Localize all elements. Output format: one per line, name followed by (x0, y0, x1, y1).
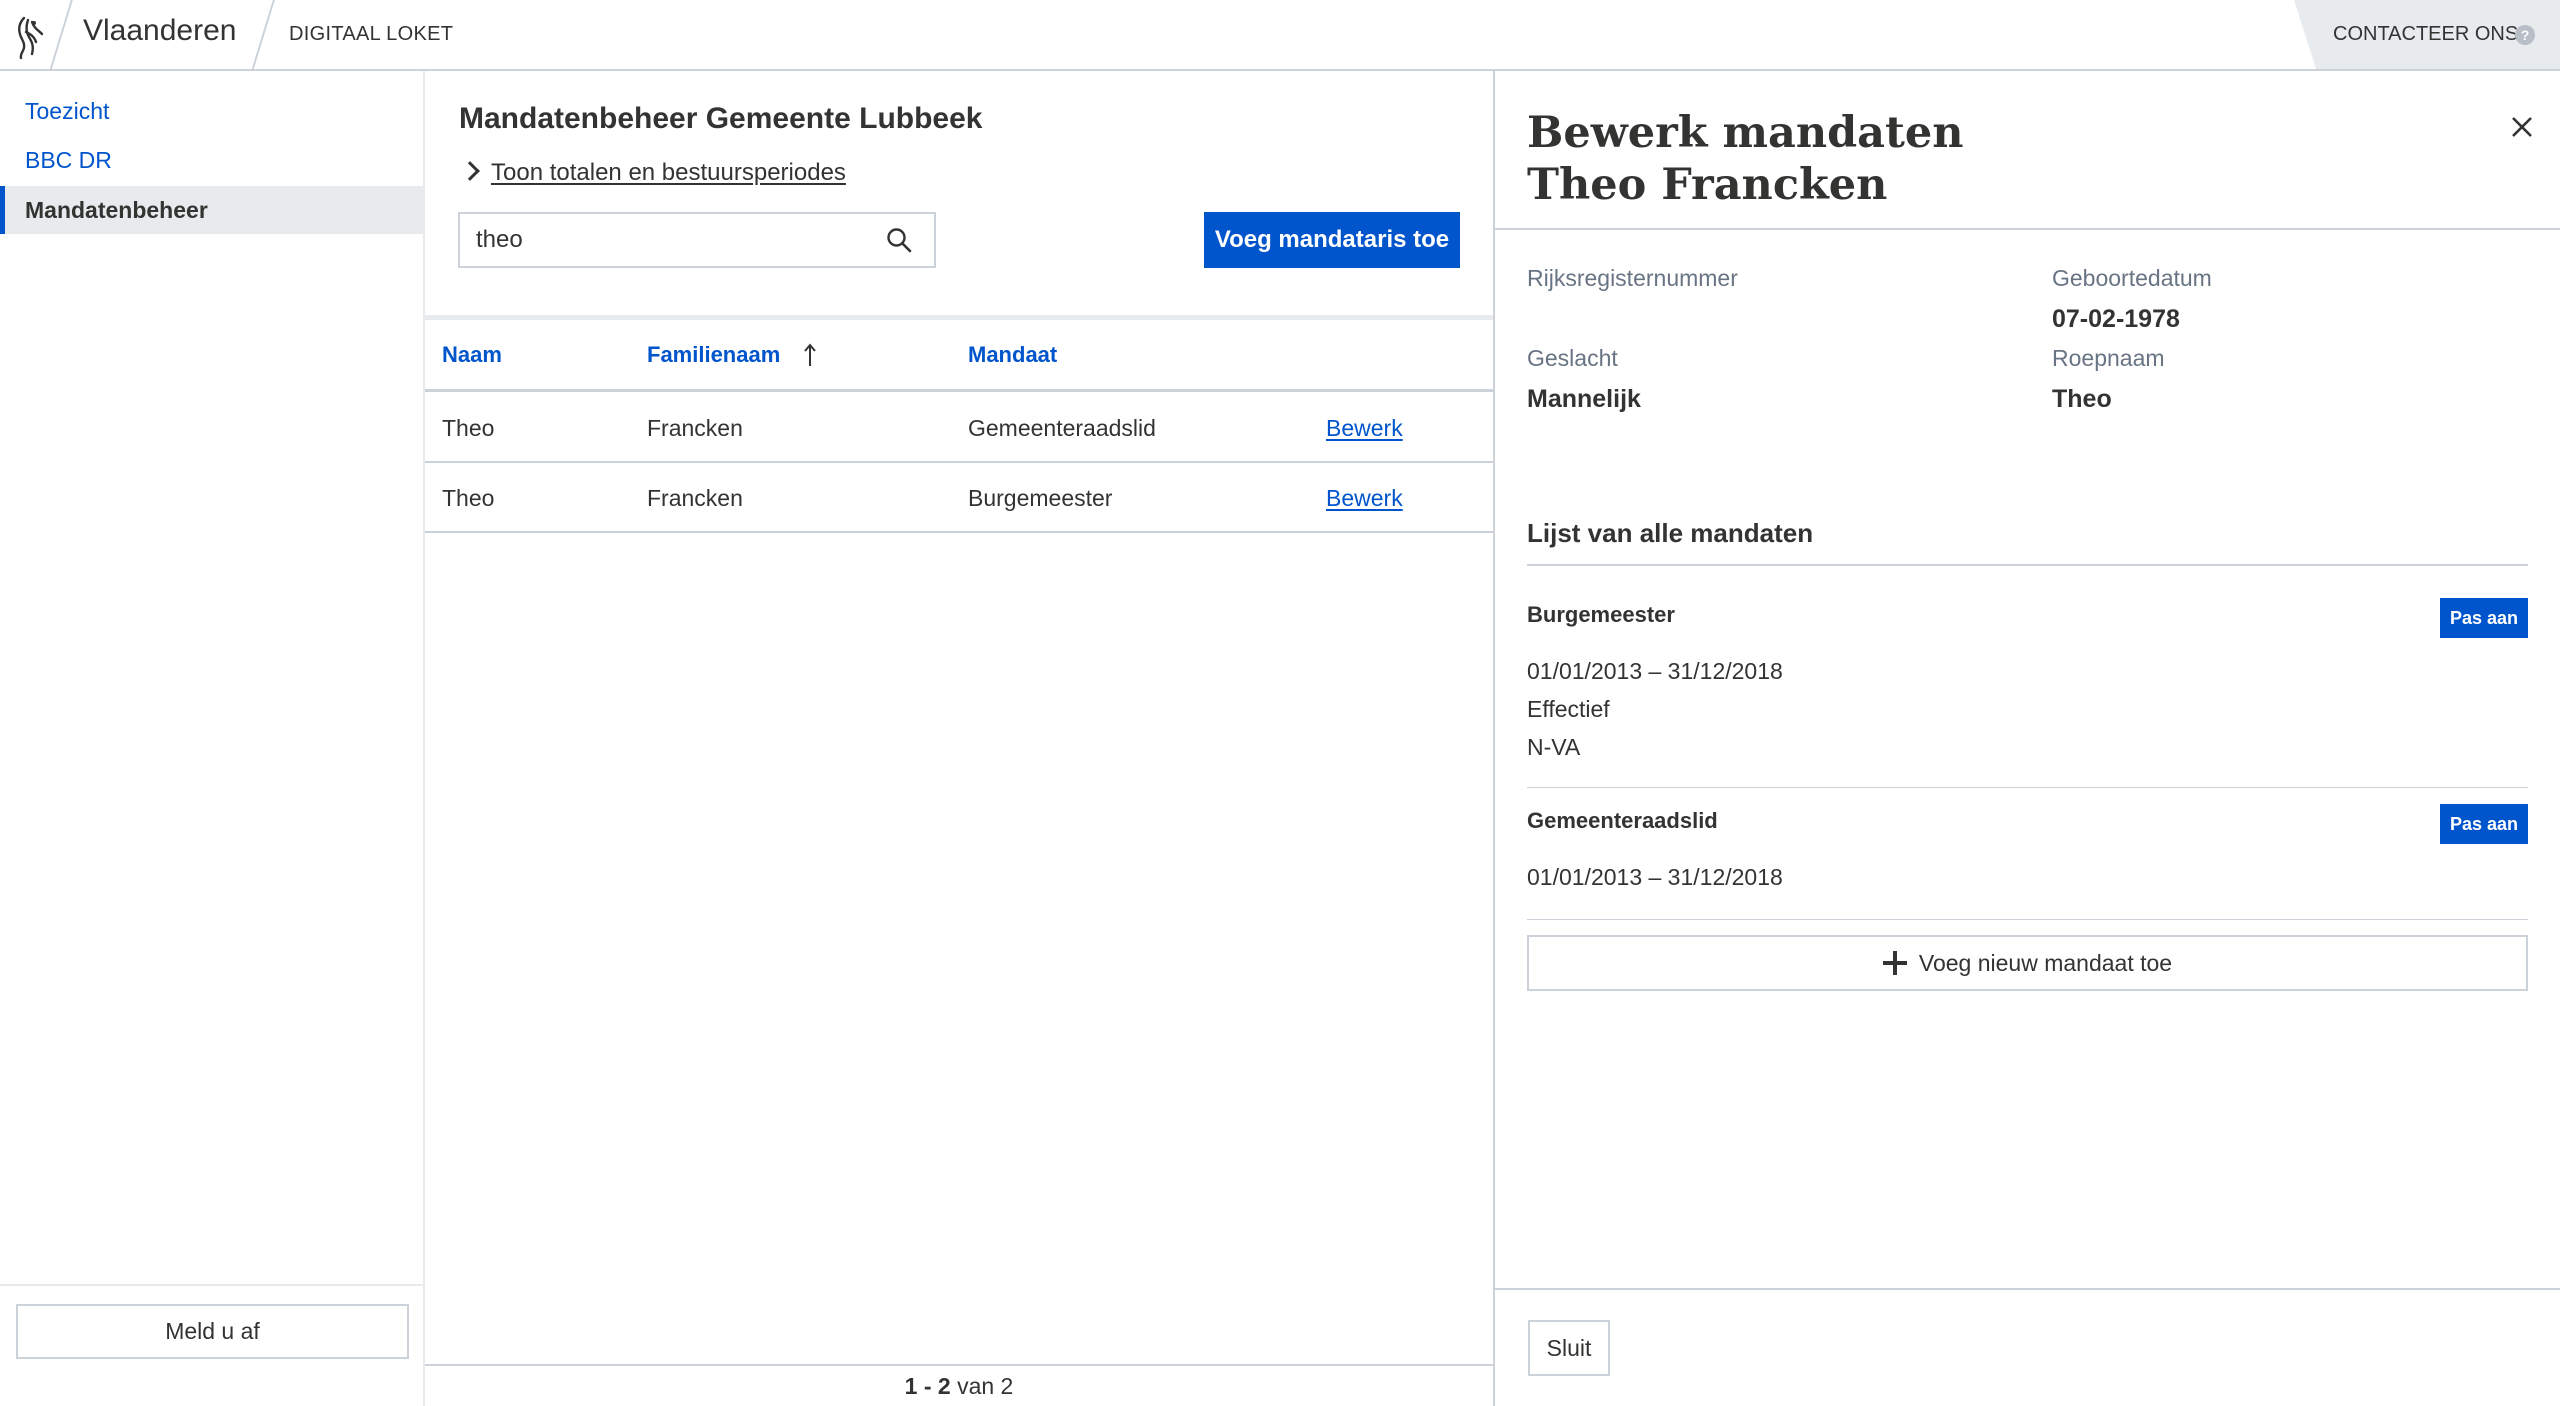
mandate-name: Gemeenteraadslid (1527, 808, 1718, 833)
cell-familienaam: Francken (647, 485, 743, 511)
cell-naam: Theo (442, 485, 495, 511)
mandate-name: Burgemeester (1527, 602, 1675, 627)
roepnaam-label: Roepnaam (2052, 345, 2165, 371)
brand-divider (251, 0, 275, 71)
search-input[interactable] (460, 214, 880, 266)
mandates-list-title: Lijst van alle mandaten (1527, 518, 1814, 548)
mandate-period: 01/01/2013 – 31/12/2018 (1527, 864, 1783, 890)
page-title: Mandatenbeheer Gemeente Lubbeek (459, 102, 983, 135)
edit-link[interactable]: Bewerk (1326, 415, 1403, 442)
panel-title: Bewerk mandaten Theo Francken (1527, 107, 1964, 211)
pagination-total: van 2 (957, 1373, 1014, 1399)
sidebar-item-bbc-dr[interactable]: BBC DR (0, 136, 423, 184)
rijksregister-label: Rijksregisternummer (1527, 265, 1738, 291)
mandate-divider (1527, 787, 2528, 788)
geslacht-label: Geslacht (1527, 345, 1618, 371)
toggle-totals-label: Toon totalen en bestuursperiodes (491, 159, 846, 186)
cell-mandaat: Burgemeester (968, 485, 1113, 511)
pagination-range: 1 - 2 (904, 1373, 951, 1399)
table-header: Naam Familienaam Mandaat (425, 320, 1493, 392)
geboortedatum-value: 07-02-1978 (2052, 305, 2180, 333)
mandate-divider (1527, 919, 2528, 920)
cell-mandaat: Gemeenteraadslid (968, 415, 1156, 441)
mandate-status: Effectief (1527, 696, 1610, 722)
logout-button[interactable]: Meld u af (16, 1304, 409, 1359)
close-icon[interactable] (2510, 115, 2534, 139)
flemish-lion-logo-icon[interactable] (12, 12, 50, 60)
panel-title-person: Theo Francken (1527, 160, 1888, 210)
panel-title-line1: Bewerk mandaten (1527, 108, 1964, 158)
cell-naam: Theo (442, 415, 495, 441)
add-mandate-label: Voeg nieuw mandaat toe (1918, 950, 2173, 976)
edit-link[interactable]: Bewerk (1326, 485, 1403, 512)
edit-mandates-panel: Bewerk mandaten Theo Francken Rijksregis… (1493, 71, 2560, 1406)
search-field (458, 212, 936, 268)
contact-button[interactable]: CONTACTEER ONS ? (2294, 0, 2560, 69)
cell-familienaam: Francken (647, 415, 743, 441)
column-header-familienaam[interactable]: Familienaam (647, 342, 780, 368)
sidebar: Toezicht BBC DR Mandatenbeheer Meld u af (0, 71, 425, 1406)
plus-icon (1882, 951, 1907, 975)
roepnaam-value: Theo (2052, 385, 2112, 413)
brand-name[interactable]: Vlaanderen (83, 14, 236, 48)
sidebar-footer: Meld u af (0, 1284, 423, 1406)
pagination: 1 - 2 van 2 (425, 1364, 1493, 1406)
chevron-right-icon (460, 161, 480, 181)
site-header: Vlaanderen DIGITAAL LOKET CONTACTEER ONS… (0, 0, 2560, 71)
mandate-period: 01/01/2013 – 31/12/2018 (1527, 658, 1783, 684)
geboortedatum-label: Geboortedatum (2052, 265, 2212, 291)
help-icon: ? (2515, 25, 2535, 45)
add-mandataris-button[interactable]: Voeg mandataris toe (1204, 212, 1460, 268)
edit-mandate-button[interactable]: Pas aan (2440, 804, 2528, 844)
table-row: Theo Francken Gemeenteraadslid Bewerk (425, 393, 1493, 463)
close-button[interactable]: Sluit (1528, 1320, 1610, 1376)
geslacht-value: Mannelijk (1527, 385, 1641, 413)
edit-mandate-button[interactable]: Pas aan (2440, 598, 2528, 638)
main-content: Mandatenbeheer Gemeente Lubbeek Toon tot… (425, 71, 1493, 1406)
host-name[interactable]: DIGITAAL LOKET (289, 23, 453, 46)
toggle-totals[interactable]: Toon totalen en bestuursperiodes (459, 159, 846, 187)
panel-header-divider (1495, 228, 2560, 230)
sort-ascending-icon[interactable] (803, 342, 817, 368)
table-row: Theo Francken Burgemeester Bewerk (425, 463, 1493, 533)
panel-footer: Sluit (1495, 1288, 2560, 1406)
column-header-naam[interactable]: Naam (442, 342, 502, 368)
logo-divider (49, 0, 73, 71)
search-icon[interactable] (886, 227, 912, 253)
mandates-list-divider (1527, 564, 2528, 566)
mandate-party: N-VA (1527, 734, 1581, 760)
contact-label: CONTACTEER ONS (2333, 23, 2519, 45)
sidebar-item-mandatenbeheer[interactable]: Mandatenbeheer (0, 186, 423, 234)
sidebar-item-toezicht[interactable]: Toezicht (0, 87, 423, 135)
column-header-mandaat[interactable]: Mandaat (968, 342, 1057, 368)
add-mandate-button[interactable]: Voeg nieuw mandaat toe (1527, 935, 2528, 991)
